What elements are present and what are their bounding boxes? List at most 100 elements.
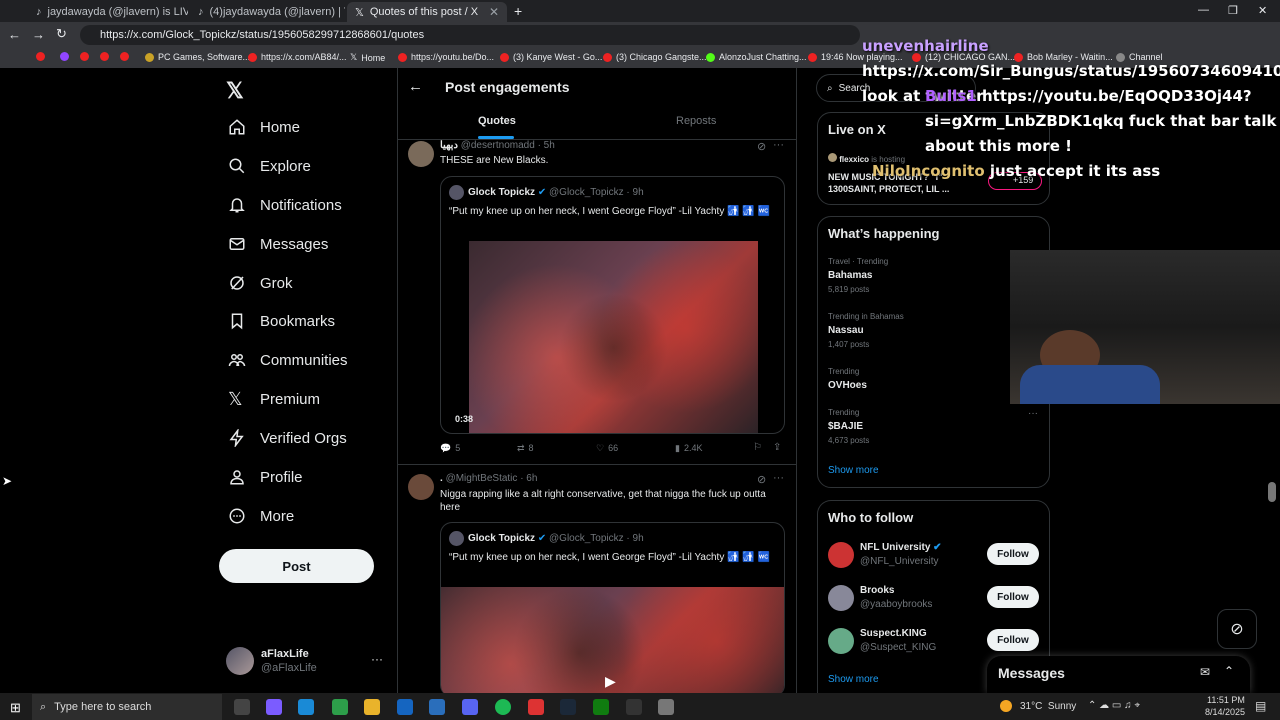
copilot-icon[interactable] (266, 699, 282, 715)
minimize-button[interactable]: — (1198, 4, 1209, 16)
share-icon[interactable]: ⇪ (773, 442, 781, 453)
tab-reposts[interactable]: Reposts (676, 115, 716, 127)
author-name[interactable]: . (440, 473, 443, 484)
x-logo-icon[interactable]: 𝕏 (226, 78, 244, 104)
back-arrow-icon[interactable]: ← (408, 78, 423, 95)
video-player[interactable]: ▶ (441, 587, 784, 697)
grok-icon[interactable]: ⊘ (757, 140, 766, 153)
user-name[interactable]: NFL University ✔ (860, 542, 942, 553)
user-handle[interactable]: @NFL_University (860, 556, 939, 567)
photos-icon[interactable] (429, 699, 445, 715)
follow-button[interactable]: Follow (987, 629, 1039, 651)
author-name[interactable]: دېهيا (440, 140, 458, 151)
quoted-post[interactable]: Glock Topickz ✔ @Glock_Topickz · 9h “Put… (440, 176, 785, 434)
bookmark-item[interactable] (36, 52, 45, 61)
weather-text[interactable]: 31°C Sunny (1020, 701, 1076, 712)
sidebar-item-bookmarks[interactable]: Bookmarks (228, 309, 335, 333)
tab-quotes[interactable]: Quotes (478, 115, 516, 127)
trend-item[interactable]: Trending OVHoes (828, 367, 867, 391)
bookmark-item[interactable] (120, 52, 129, 61)
post-time[interactable]: · 6h (520, 473, 537, 484)
bookmark-item[interactable]: AlonzoJust Chatting... (706, 52, 807, 62)
sidebar-item-verified-orgs[interactable]: Verified Orgs (228, 426, 347, 450)
close-window-button[interactable]: ✕ (1258, 4, 1267, 17)
bookmark-item[interactable]: PC Games, Software... (145, 52, 250, 62)
spotify-icon[interactable] (495, 699, 511, 715)
user-name[interactable]: Suspect.KING (860, 628, 927, 639)
account-more-icon[interactable]: ··· (371, 652, 383, 666)
trend-item[interactable]: Trending in Bahamas Nassau 1,407 posts (828, 312, 904, 349)
expand-icon[interactable]: ⌃ (1224, 664, 1234, 678)
compose-message-icon[interactable]: ✉ (1200, 665, 1210, 679)
more-icon[interactable]: ··· (773, 472, 784, 484)
sidebar-item-home[interactable]: Home (228, 115, 300, 139)
sidebar-item-messages[interactable]: Messages (228, 232, 328, 256)
obs-icon[interactable] (626, 699, 642, 715)
windows-start-icon[interactable]: ⊞ (10, 700, 21, 716)
post-time[interactable]: · 5h (538, 140, 555, 151)
follow-button[interactable]: Follow (987, 586, 1039, 608)
like-button[interactable]: ♡ 66 (596, 443, 618, 454)
address-bar[interactable]: https://x.com/Glock_Topickz/status/19560… (80, 25, 860, 45)
browser-tab[interactable]: ♪jaydawayda (@jlavern) is LIVE - T✕ (28, 2, 188, 22)
bookmark-item[interactable] (80, 52, 89, 61)
video-player[interactable]: 0:38 (455, 241, 758, 433)
clock-date[interactable]: 8/14/2025 (1205, 707, 1245, 717)
author-handle[interactable]: @MightBeStatic (446, 473, 518, 484)
user-handle[interactable]: @yaaboybrooks (860, 599, 932, 610)
reload-icon[interactable]: ↻ (56, 26, 67, 42)
browser-tab[interactable]: ♪(4)jaydawayda (@jlavern) | TikTok✕ (190, 2, 345, 22)
edge-icon[interactable] (298, 699, 314, 715)
avatar[interactable] (828, 585, 854, 611)
outlook-icon[interactable] (397, 699, 413, 715)
sidebar-item-explore[interactable]: Explore (228, 154, 311, 178)
close-icon[interactable]: ✕ (489, 5, 499, 19)
taskbar-search-input[interactable]: ⌕ Type here to search (32, 694, 222, 720)
sidebar-item-grok[interactable]: Grok (228, 271, 293, 295)
folder-icon[interactable] (364, 699, 380, 715)
show-more-link[interactable]: Show more (828, 674, 879, 685)
repost-button[interactable]: ⇄ 8 (517, 443, 534, 454)
notification-icon[interactable]: ▤ (1255, 699, 1266, 713)
xbox-icon[interactable] (593, 699, 609, 715)
app-icon[interactable] (658, 699, 674, 715)
show-more-link[interactable]: Show more (828, 465, 879, 476)
avatar[interactable] (408, 474, 434, 500)
more-icon[interactable]: ··· (773, 139, 784, 151)
maximize-button[interactable]: ❐ (1228, 4, 1238, 17)
trend-item[interactable]: Trending $BAJIE 4,673 posts (828, 408, 869, 445)
reply-button[interactable]: 💬 5 (440, 443, 460, 454)
bookmark-item[interactable]: https://youtu.be/Do... (398, 52, 494, 62)
sidebar-item-profile[interactable]: Profile (228, 465, 303, 489)
game-icon[interactable] (528, 699, 544, 715)
bookmark-item[interactable]: (3) Chicago Gangste... (603, 52, 707, 62)
avatar[interactable] (226, 647, 254, 675)
bookmark-item[interactable] (100, 52, 109, 61)
bookmark-icon[interactable]: ⚐ (753, 442, 762, 453)
grok-button[interactable]: ⊘ (1217, 609, 1257, 649)
scrollbar-thumb[interactable] (1268, 482, 1276, 502)
discord-icon[interactable] (462, 699, 478, 715)
sidebar-item-notifications[interactable]: Notifications (228, 193, 342, 217)
sidebar-item-premium[interactable]: 𝕏 Premium (228, 387, 320, 411)
forward-icon[interactable]: → (32, 27, 45, 42)
trend-more-icon[interactable]: ··· (1028, 408, 1038, 419)
follow-button[interactable]: Follow (987, 543, 1039, 565)
avatar[interactable] (828, 628, 854, 654)
tray-icons[interactable]: ⌃ ☁ ▭ ♫ ⌖ (1088, 700, 1140, 711)
clock-time[interactable]: 11:51 PM (1207, 695, 1245, 705)
user-handle[interactable]: @Suspect_KING (860, 642, 936, 653)
bookmark-item[interactable]: 𝕏 Home (350, 52, 385, 63)
new-tab-button[interactable]: + (514, 3, 522, 19)
bookmark-item[interactable]: (3) Kanye West - Go... (500, 52, 602, 62)
avatar[interactable] (828, 542, 854, 568)
back-icon[interactable]: ← (8, 27, 21, 42)
task-view-icon[interactable] (234, 699, 250, 715)
bookmark-item[interactable]: https://x.com/AB84/... (248, 52, 347, 62)
quoted-post[interactable]: Glock Topickz ✔ @Glock_Topickz · 9h “Put… (440, 522, 785, 697)
steam-icon[interactable] (560, 699, 576, 715)
post-button[interactable]: Post (219, 549, 374, 583)
messages-drawer[interactable]: Messages ✉ ⌃ (987, 656, 1250, 693)
views-button[interactable]: ▮ 2.4K (675, 443, 702, 454)
author-handle[interactable]: @desertnomadd (461, 140, 535, 151)
